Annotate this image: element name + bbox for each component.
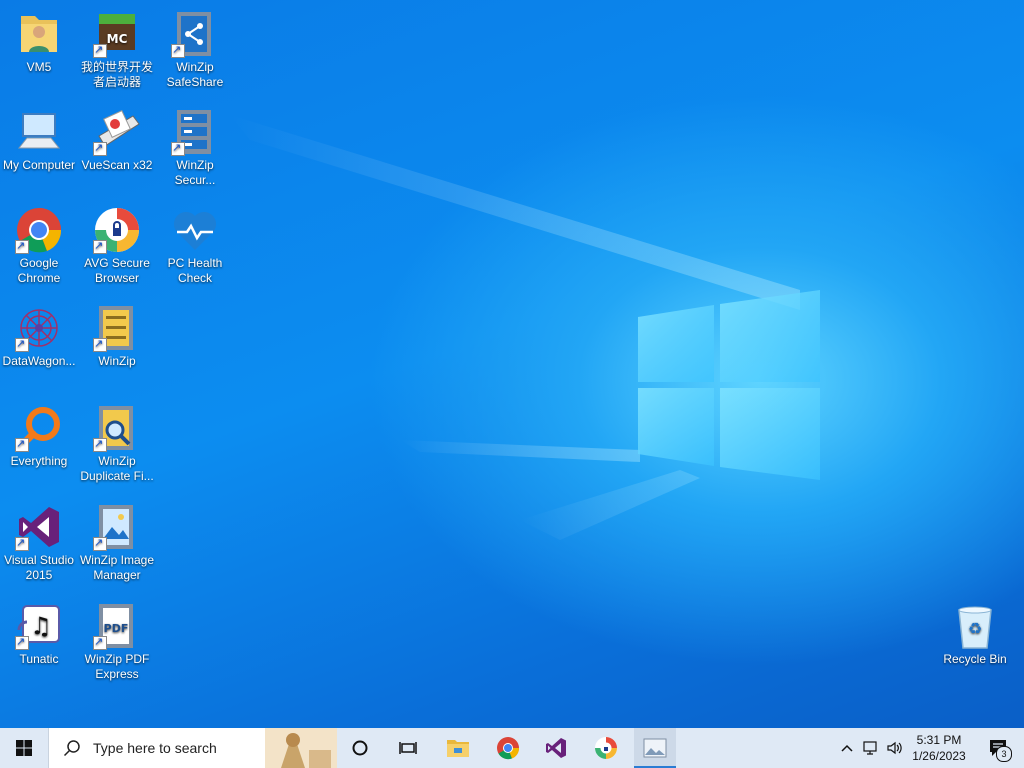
desktop-icon-label: Tunatic [19, 652, 59, 666]
windows-logo-wallpaper [638, 290, 820, 480]
desktop-icon-label: Visual Studio 2015 [4, 553, 74, 582]
desktop-icon-avg-browser[interactable]: AVG Secure Browser [78, 206, 156, 286]
shortcut-arrow-icon [15, 336, 29, 352]
desktop-icon-winzip-pdf-express[interactable]: PDF WinZip PDF Express [78, 602, 156, 682]
desktop-icon-winzip[interactable]: WinZip [78, 304, 156, 369]
network-icon [863, 741, 877, 755]
desktop-icon-label: VueScan x32 [81, 158, 153, 172]
taskbar-search-box[interactable]: Type here to search [48, 728, 337, 768]
svg-text:♻: ♻ [968, 619, 982, 638]
clock-button[interactable]: 5:31 PM 1/26/2023 [908, 728, 970, 768]
desktop-icon-google-chrome[interactable]: Google Chrome [0, 206, 78, 286]
svg-text:PDF: PDF [104, 622, 129, 635]
desktop-icon-vm5[interactable]: VM5 [0, 10, 78, 75]
shortcut-arrow-icon [93, 238, 107, 254]
desktop-icon-label: WinZip PDF Express [84, 652, 150, 681]
notification-count-badge: 3 [996, 746, 1012, 762]
desktop-icon-datawagon[interactable]: DataWagon... [0, 304, 78, 369]
desktop-icon-my-computer[interactable]: My Computer [0, 108, 78, 173]
desktop-icon-minecraft-launcher[interactable]: MC 我的世界开发者启动器 [78, 10, 156, 90]
network-tray-button[interactable] [860, 728, 882, 768]
volume-tray-button[interactable] [884, 728, 906, 768]
svg-text:♫: ♫ [30, 612, 52, 640]
shortcut-arrow-icon [93, 436, 107, 452]
desktop-icon-winzip-image-manager[interactable]: WinZip Image Manager [78, 503, 156, 583]
desktop-icon-winzip-duplicate[interactable]: WinZip Duplicate Fi... [78, 404, 156, 484]
desktop-icon-visual-studio[interactable]: Visual Studio 2015 [0, 503, 78, 583]
shortcut-arrow-icon [15, 535, 29, 551]
svg-text:MC: MC [107, 32, 128, 46]
desktop-icon-label: WinZip [98, 354, 136, 368]
task-view-icon [399, 742, 417, 754]
shortcut-arrow-icon [93, 634, 107, 650]
shortcut-arrow-icon [171, 42, 185, 58]
shortcut-arrow-icon [93, 336, 107, 352]
show-hidden-icons-button[interactable] [836, 728, 858, 768]
start-button[interactable] [0, 728, 48, 768]
search-placeholder: Type here to search [93, 740, 217, 756]
task-view-button[interactable] [388, 728, 428, 768]
desktop-icon-winzip-safeshare[interactable]: WinZip SafeShare [156, 10, 234, 90]
folder-user-icon [21, 16, 57, 52]
shortcut-arrow-icon [93, 42, 107, 58]
computer-icon [17, 113, 61, 149]
windows-start-icon [16, 740, 32, 756]
desktop-icon-label: AVG Secure Browser [84, 256, 150, 285]
desktop-icon-label: WinZip Image Manager [79, 553, 155, 582]
taskbar-visual-studio[interactable] [534, 728, 578, 768]
search-highlight-image-icon [265, 728, 337, 768]
taskbar-image-manager-active[interactable] [634, 728, 676, 768]
taskbar-chrome[interactable] [486, 728, 530, 768]
desktop-icon-recycle-bin[interactable]: ♻ Recycle Bin [936, 602, 1014, 667]
avg-browser-icon [595, 737, 617, 759]
volume-icon [887, 741, 902, 755]
desktop-icon-label: My Computer [2, 158, 76, 172]
shortcut-arrow-icon [15, 436, 29, 452]
health-check-icon [173, 211, 217, 250]
desktop-icon-label: WinZip Duplicate Fi... [80, 454, 154, 483]
desktop-icon-label: Everything [10, 454, 68, 468]
clock-date: 1/26/2023 [912, 749, 966, 763]
desktop-icon-label: WinZip Secur... [174, 158, 216, 187]
shortcut-arrow-icon [15, 238, 29, 254]
chrome-icon [497, 737, 520, 760]
taskbar: Type here to search 5:31 PM 1/26/2023 3 [0, 728, 1024, 768]
desktop-icon-label: Google Chrome [17, 256, 61, 285]
desktop-icon-label: VM5 [26, 60, 52, 74]
cortana-button[interactable] [340, 728, 380, 768]
shortcut-arrow-icon [93, 140, 107, 156]
taskbar-file-explorer[interactable] [436, 728, 480, 768]
desktop-icon-label: PC Health Check [167, 256, 223, 285]
shortcut-arrow-icon [171, 140, 185, 156]
desktop-icon-pc-health-check[interactable]: PC Health Check [156, 206, 234, 286]
desktop-icon-winzip-secure[interactable]: WinZip Secur... [156, 108, 234, 188]
taskbar-avg-browser[interactable] [584, 728, 628, 768]
chevron-up-icon [841, 744, 853, 752]
desktop-icon-tunatic[interactable]: ♫ Tunatic [0, 602, 78, 667]
desktop-icon-vuescan[interactable]: VueScan x32 [78, 108, 156, 173]
desktop-icon-label: DataWagon... [2, 354, 76, 368]
search-icon [63, 740, 80, 757]
image-viewer-icon [643, 738, 667, 758]
cortana-circle-icon [352, 740, 368, 756]
clock-time: 5:31 PM [916, 733, 962, 747]
action-center-button[interactable]: 3 [978, 728, 1018, 768]
desktop-icon-label: Recycle Bin [943, 652, 1007, 666]
visual-studio-icon [546, 738, 566, 758]
shortcut-arrow-icon [15, 634, 29, 650]
desktop-icon-everything[interactable]: Everything [0, 404, 78, 469]
desktop-icon-label: WinZip SafeShare [166, 60, 224, 89]
shortcut-arrow-icon [93, 535, 107, 551]
desktop-icon-label: 我的世界开发者启动器 [80, 60, 153, 89]
recycle-bin-icon: ♻ [958, 606, 992, 649]
file-explorer-icon [447, 740, 469, 757]
